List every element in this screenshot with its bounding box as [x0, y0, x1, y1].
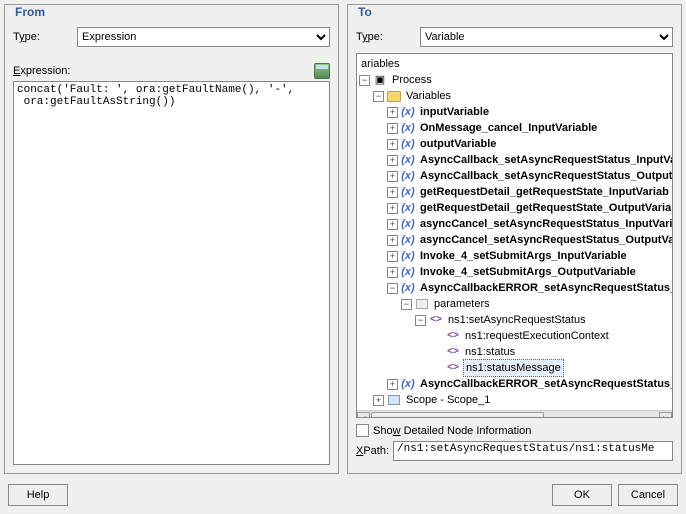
- tree-variable[interactable]: AsyncCallback_setAsyncRequestStatus_Inpu…: [418, 152, 673, 168]
- tree-variable[interactable]: Invoke_4_setSubmitArgs_InputVariable: [418, 248, 629, 264]
- variable-icon: (x): [401, 137, 415, 151]
- help-button[interactable]: Help: [8, 484, 68, 506]
- expand-icon[interactable]: +: [373, 395, 384, 406]
- expand-icon[interactable]: +: [387, 155, 398, 166]
- horizontal-scrollbar[interactable]: ◄ ►: [357, 410, 672, 418]
- xpath-label: XPath:: [356, 445, 389, 457]
- tree-element[interactable]: ns1:setAsyncRequestStatus: [446, 312, 588, 328]
- expand-icon[interactable]: +: [387, 171, 398, 182]
- to-panel-title: To: [358, 5, 673, 19]
- scope-icon: [387, 393, 401, 407]
- tree-variable[interactable]: outputVariable: [418, 136, 498, 152]
- variable-icon: (x): [401, 121, 415, 135]
- expand-icon[interactable]: +: [387, 251, 398, 262]
- variable-icon: (x): [401, 265, 415, 279]
- expand-icon[interactable]: +: [387, 187, 398, 198]
- ok-button[interactable]: OK: [552, 484, 612, 506]
- tree-variable[interactable]: inputVariable: [418, 104, 491, 120]
- tree-process[interactable]: Process: [390, 72, 434, 88]
- expression-builder-icon[interactable]: [314, 63, 330, 79]
- tree-root-label: ariables: [359, 56, 402, 72]
- tree-variable[interactable]: getRequestDetail_getRequestState_OutputV…: [418, 200, 673, 216]
- tree-parameters[interactable]: parameters: [432, 296, 492, 312]
- tree-variable[interactable]: AsyncCallbackERROR_setAsyncRequestStatus…: [418, 280, 673, 296]
- variable-icon: (x): [401, 233, 415, 247]
- variable-icon: (x): [401, 249, 415, 263]
- expand-icon[interactable]: +: [387, 139, 398, 150]
- tree-element[interactable]: ns1:requestExecutionContext: [463, 328, 611, 344]
- variable-icon: (x): [401, 153, 415, 167]
- tree-scope[interactable]: Scope - Scope_1: [404, 392, 492, 408]
- variable-icon: (x): [401, 105, 415, 119]
- expression-textarea[interactable]: concat('Fault: ', ora:getFaultName(), '-…: [13, 81, 330, 465]
- tree-variable[interactable]: Invoke_4_setSubmitArgs_OutputVariable: [418, 264, 638, 280]
- variable-icon: (x): [401, 377, 415, 391]
- process-icon: ▣: [373, 73, 387, 87]
- variable-icon: (x): [401, 201, 415, 215]
- collapse-icon[interactable]: −: [415, 315, 426, 326]
- tree-variable[interactable]: asyncCancel_setAsyncRequestStatus_InputV…: [418, 216, 673, 232]
- element-icon: <>: [446, 329, 460, 343]
- variable-icon: (x): [401, 169, 415, 183]
- expand-icon[interactable]: +: [387, 267, 398, 278]
- expand-icon[interactable]: +: [387, 219, 398, 230]
- variable-icon: (x): [401, 281, 415, 295]
- tree-variable[interactable]: AsyncCallback_setAsyncRequestStatus_Outp…: [418, 168, 673, 184]
- cancel-button[interactable]: Cancel: [618, 484, 678, 506]
- folder-icon: [387, 89, 401, 103]
- tree-variable[interactable]: asyncCancel_setAsyncRequestStatus_Output…: [418, 232, 673, 248]
- element-icon: <>: [446, 361, 460, 375]
- to-type-label: Type:: [356, 31, 416, 43]
- button-bar: Help OK Cancel: [4, 474, 682, 510]
- element-icon: <>: [429, 313, 443, 327]
- from-panel-title: From: [15, 5, 330, 19]
- variable-icon: (x): [401, 185, 415, 199]
- xpath-input[interactable]: /ns1:setAsyncRequestStatus/ns1:statusMe: [393, 441, 673, 461]
- show-detail-checkbox[interactable]: [356, 424, 369, 437]
- expand-icon[interactable]: +: [387, 379, 398, 390]
- collapse-icon[interactable]: −: [359, 75, 370, 86]
- scroll-right-arrow[interactable]: ►: [659, 412, 672, 418]
- tree-variable[interactable]: getRequestDetail_getRequestState_InputVa…: [418, 184, 671, 200]
- expand-icon[interactable]: +: [387, 107, 398, 118]
- from-panel: From Type: Expression Expression: concat…: [4, 4, 339, 474]
- scroll-thumb[interactable]: [371, 412, 544, 418]
- variable-tree[interactable]: ariables −▣Process −Variables +(x)inputV…: [356, 53, 673, 418]
- from-type-label: Type:: [13, 31, 73, 43]
- parameters-icon: [415, 297, 429, 311]
- tree-variable[interactable]: OnMessage_cancel_InputVariable: [418, 120, 599, 136]
- tree-element-selected[interactable]: ns1:statusMessage: [463, 359, 564, 377]
- collapse-icon[interactable]: −: [373, 91, 384, 102]
- from-type-select[interactable]: Expression: [77, 27, 330, 47]
- collapse-icon[interactable]: −: [387, 283, 398, 294]
- expand-icon[interactable]: +: [387, 235, 398, 246]
- expression-label: Expression:: [13, 65, 70, 77]
- variable-icon: (x): [401, 217, 415, 231]
- show-detail-label: Show Detailed Node Information: [373, 425, 531, 437]
- expand-icon[interactable]: +: [387, 123, 398, 134]
- tree-element[interactable]: ns1:status: [463, 344, 517, 360]
- tree-variables-folder[interactable]: Variables: [404, 88, 453, 104]
- tree-variable[interactable]: AsyncCallbackERROR_setAsyncRequestStatus…: [418, 376, 673, 392]
- to-panel: To Type: Variable ariables −▣Process −Va…: [347, 4, 682, 474]
- scroll-left-arrow[interactable]: ◄: [357, 412, 370, 418]
- expand-icon[interactable]: +: [387, 203, 398, 214]
- to-type-select[interactable]: Variable: [420, 27, 673, 47]
- element-icon: <>: [446, 345, 460, 359]
- collapse-icon[interactable]: −: [401, 299, 412, 310]
